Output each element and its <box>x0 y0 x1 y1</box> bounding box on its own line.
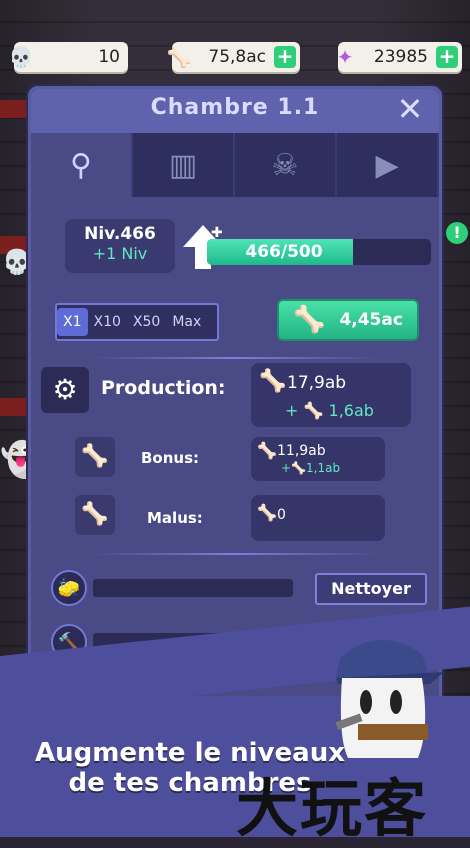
tab-film[interactable]: ▶ <box>337 133 439 197</box>
malus-box: 🦴 0 <box>251 495 385 541</box>
skull-icon: 💀 <box>8 45 34 69</box>
tab-skull[interactable]: ☠ <box>235 133 337 197</box>
tab-wardrobe[interactable]: ▥ <box>133 133 235 197</box>
crystal-icon: ✦ <box>336 45 354 69</box>
wardrobe-icon: ▥ <box>168 147 198 183</box>
upgrade-buy-button[interactable]: 🦴 4,45ac <box>277 299 419 341</box>
production-gain: + 🦴 1,6ab <box>285 401 374 420</box>
watermark: 大玩客 <box>236 772 429 845</box>
skull-icon: ☠ <box>271 147 299 183</box>
divider <box>91 357 379 359</box>
production-box: 🦴 17,9ab + 🦴 1,6ab <box>251 363 411 427</box>
skull-value: 10 <box>98 47 120 67</box>
gears-icon: ⚙ <box>41 367 89 413</box>
bone-icon: 🦴 <box>166 45 192 69</box>
multiplier-selector: X1 X10 X50 Max <box>55 303 219 341</box>
divider <box>91 553 379 555</box>
magnifier-icon: ⚲ <box>70 147 92 183</box>
clean-button[interactable]: Nettoyer <box>315 573 427 605</box>
bonus-gain-prefix: + <box>281 461 292 475</box>
bone-counter: 🦴 75,8ac + <box>167 42 300 72</box>
gem-value: 23985 <box>373 47 428 67</box>
bone-icon: 🦴 <box>293 305 326 335</box>
multiplier-max[interactable]: Max <box>166 314 207 330</box>
multiplier-x10[interactable]: X10 <box>88 314 127 330</box>
buy-price: 4,45ac <box>339 310 403 330</box>
bone-icon: 🦴 <box>257 503 277 522</box>
bonus-gain: +🦴1,1ab <box>281 461 341 475</box>
level-box: Niv.466 +1 Niv <box>65 219 175 273</box>
add-gems-button[interactable]: + <box>436 46 458 68</box>
cleaning-progress-bar <box>93 579 293 597</box>
bonus-value: 11,9ab <box>277 443 326 459</box>
cleaning-row: 🧽 <box>51 570 293 606</box>
close-icon[interactable]: ✕ <box>395 93 425 125</box>
wall-decoration <box>0 100 28 118</box>
film-icon: ▶ <box>375 147 399 183</box>
malus-value: 0 <box>277 507 286 523</box>
production-label: Production: <box>101 377 226 399</box>
xp-progress-bar: 466/500 <box>207 239 431 265</box>
multiplier-x50[interactable]: X50 <box>127 314 166 330</box>
bonus-box: 🦴 11,9ab +🦴1,1ab <box>251 437 385 481</box>
level-increase: +1 Niv <box>92 244 148 263</box>
xp-progress-text: 466/500 <box>245 242 323 262</box>
panel-title: Chambre 1.1 <box>150 95 320 120</box>
malus-label: Malus: <box>147 509 203 527</box>
ghost-mascot <box>335 639 444 758</box>
production-gain-prefix: + <box>285 401 304 420</box>
level-label: Niv.466 <box>84 224 156 244</box>
multiplier-x1[interactable]: X1 <box>57 308 88 336</box>
tab-magnifier[interactable]: ⚲ <box>31 133 133 197</box>
wall-decoration <box>0 398 28 416</box>
add-bones-button[interactable]: + <box>274 46 296 68</box>
production-gain-value: 1,6ab <box>328 401 374 420</box>
production-value: 17,9ab <box>287 373 347 393</box>
panel-header: Chambre 1.1 ✕ <box>31 89 439 133</box>
bonus-bone-icon: 🦴 <box>75 437 115 477</box>
bonus-label: Bonus: <box>141 449 200 467</box>
sponge-icon: 🧽 <box>51 570 87 606</box>
skull-counter: 💀 10 <box>9 42 128 72</box>
bone-value: 75,8ac <box>208 47 266 67</box>
bone-icon: 🦴 <box>259 369 287 394</box>
tab-bar: ⚲ ▥ ☠ ▶ <box>31 133 439 197</box>
room-panel: Chambre 1.1 ✕ ⚲ ▥ ☠ ▶ Niv.466 +1 Niv ✚ 4… <box>28 86 442 706</box>
alert-icon[interactable]: ! <box>446 222 468 244</box>
bonus-gain-value: 1,1ab <box>306 461 341 475</box>
gem-counter: ✦ 23985 + <box>337 42 462 72</box>
malus-bone-icon: 🦴 <box>75 495 115 535</box>
bone-icon: 🦴 <box>257 441 277 460</box>
